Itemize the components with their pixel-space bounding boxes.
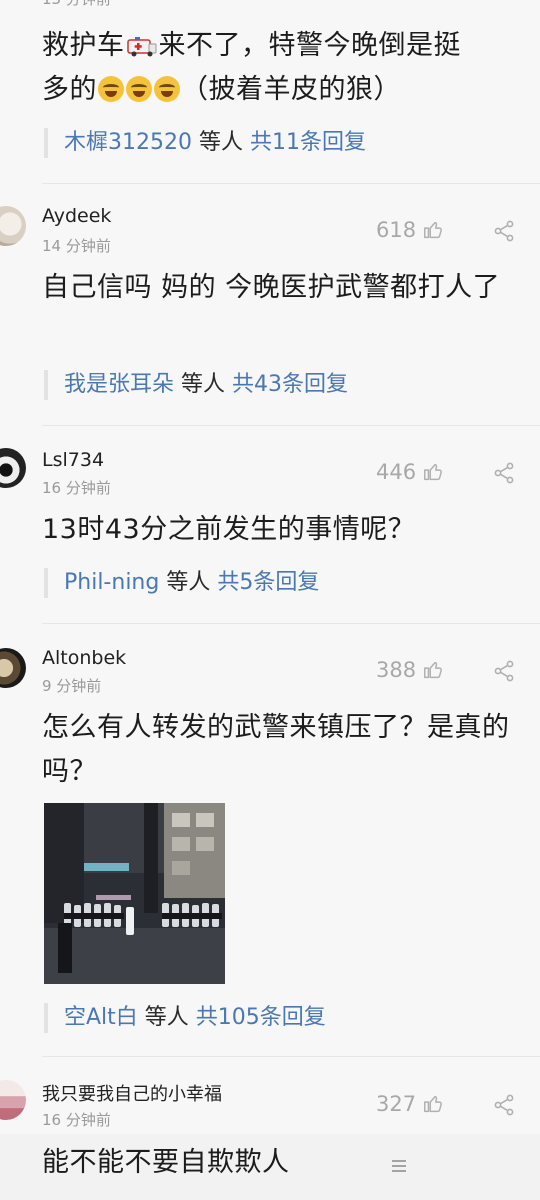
thumbs-up-icon (424, 463, 443, 481)
comment-timestamp: 16 分钟前 (42, 1111, 111, 1129)
avatar[interactable] (0, 448, 26, 488)
like-count: 446 (376, 460, 417, 484)
like-button[interactable]: 446 (376, 460, 444, 484)
like-button[interactable]: 618 (376, 218, 444, 242)
avatar[interactable] (0, 206, 26, 246)
like-count: 327 (376, 1092, 417, 1116)
thumbs-up-icon (424, 661, 443, 679)
comment-text: 救护车 来不了，特警今晚倒是挺 多的 （披着羊皮的狼） (42, 24, 522, 112)
comment-timestamp: 13 分钟前 (42, 0, 111, 9)
divider (42, 623, 540, 624)
divider (42, 425, 540, 426)
like-count: 618 (376, 218, 417, 242)
reply-summary[interactable]: 我是张耳朵 等人 共43条回复 (44, 370, 522, 400)
crying-face-emoji-icon (98, 76, 124, 102)
street-scene-image (44, 803, 225, 984)
reply-users[interactable]: 空Alt白 (64, 1005, 138, 1030)
thumbs-up-icon (424, 221, 443, 239)
comment-text: 能不能不要自欺欺人 (42, 1147, 290, 1178)
reply-count-link[interactable]: 共11条回复 (250, 130, 366, 155)
reply-count-link[interactable]: 共5条回复 (217, 570, 319, 595)
reply-users[interactable]: 木樨312520 (64, 130, 192, 155)
menu-icon[interactable] (389, 1156, 409, 1176)
divider (42, 1056, 540, 1057)
comment-feed: 13 分钟前 救护车 来不了，特警今晚倒是挺 多的 （披着羊皮的狼） 木樨31252… (0, 0, 540, 1200)
comment-photo[interactable] (44, 803, 225, 984)
reply-summary[interactable]: 空Alt白 等人 共105条回复 (44, 1003, 522, 1033)
thumbs-up-icon (424, 1095, 443, 1113)
comment-text-part: （披着羊皮的狼） (181, 74, 401, 105)
reply-count-link[interactable]: 共105条回复 (196, 1005, 326, 1030)
comment-text-part: 救护车 (42, 30, 125, 61)
crying-face-emoji-icon (154, 76, 180, 102)
comment-text-part: 多的 (42, 74, 97, 105)
share-icon[interactable] (492, 461, 516, 485)
ambulance-icon (126, 37, 156, 57)
reply-summary[interactable]: Phil-ning 等人 共5条回复 (44, 568, 522, 598)
comment-username[interactable]: Aydeek (42, 205, 111, 227)
like-button[interactable]: 388 (376, 658, 444, 682)
reply-users[interactable]: 我是张耳朵 (64, 372, 174, 397)
comment-username[interactable]: Altonbek (42, 647, 126, 669)
comment-username[interactable]: Lsl734 (42, 449, 104, 471)
reply-users[interactable]: Phil-ning (64, 570, 159, 595)
comment-text: 怎么有人转发的武警来镇压了？是真的吗？ (42, 712, 510, 787)
divider (42, 183, 540, 184)
comment-text: 自己信吗 妈的 今晚医护武警都打人了 (42, 272, 501, 303)
like-count: 388 (376, 658, 417, 682)
share-icon[interactable] (492, 1093, 516, 1117)
share-icon[interactable] (492, 659, 516, 683)
share-icon[interactable] (492, 219, 516, 243)
reply-summary[interactable]: 木樨312520 等人 共11条回复 (44, 128, 522, 158)
comment-text: 13时43分之前发生的事情呢？ (42, 514, 416, 545)
comment-username[interactable]: 我只要我自己的小幸福 (42, 1080, 222, 1106)
reply-separator: 等人 (191, 130, 250, 155)
comment-timestamp: 14 分钟前 (42, 237, 111, 255)
comment-timestamp: 16 分钟前 (42, 479, 111, 497)
avatar[interactable] (0, 1080, 26, 1120)
like-button[interactable]: 327 (376, 1092, 444, 1116)
avatar[interactable] (0, 648, 26, 688)
comment-text-part: 来不了，特警今晚倒是挺 (158, 30, 461, 61)
comment-timestamp: 9 分钟前 (42, 677, 102, 695)
reply-separator: 等人 (159, 570, 218, 595)
reply-separator: 等人 (174, 372, 233, 397)
crying-face-emoji-icon (126, 76, 152, 102)
reply-separator: 等人 (137, 1005, 196, 1030)
reply-count-link[interactable]: 共43条回复 (232, 372, 348, 397)
